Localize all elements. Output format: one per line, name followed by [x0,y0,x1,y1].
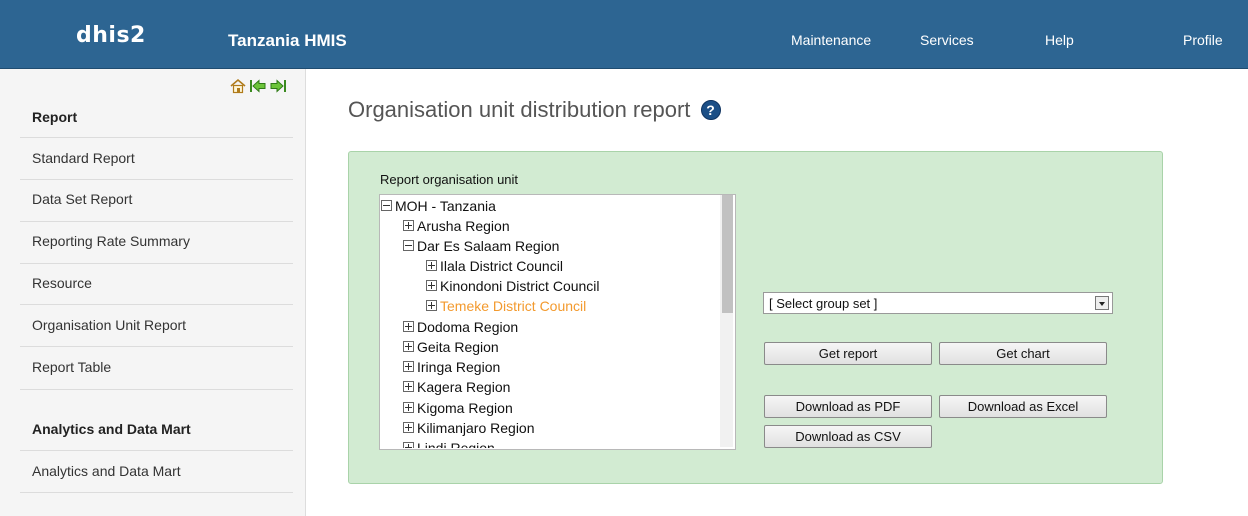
tree-node-label: Ilala District Council [440,258,563,274]
chevron-down-icon[interactable] [1095,296,1109,310]
tree-node-dodoma[interactable]: Dodoma Region [403,318,518,336]
divider [20,389,293,390]
expand-icon[interactable] [403,321,414,332]
page-title: Organisation unit distribution report ? [348,97,721,123]
divider [20,221,293,222]
expand-icon[interactable] [426,280,437,291]
divider [20,346,293,347]
sidebar-item-resource[interactable]: Resource [32,275,293,291]
menu-profile[interactable]: Profile [1183,32,1223,48]
divider [20,492,293,493]
expand-icon[interactable] [403,402,414,413]
tree-node-label: Kinondoni District Council [440,278,600,294]
tree-node-label: Geita Region [417,339,499,355]
sidebar-header-analytics: Analytics and Data Mart [32,421,191,437]
expand-icon[interactable] [403,220,414,231]
sidebar-item-organisation-unit-report[interactable]: Organisation Unit Report [32,317,293,333]
menu-maintenance[interactable]: Maintenance [791,32,871,48]
divider [20,450,293,451]
tree-node-label: Lindi Region [417,440,495,448]
divider [20,179,293,180]
tree-node-label: Kilimanjaro Region [417,420,535,436]
sidebar-item-data-set-report[interactable]: Data Set Report [32,191,293,207]
tree-node-temeke[interactable]: Temeke District Council [426,297,586,315]
expand-icon[interactable] [403,381,414,392]
tree-node-label: Dar Es Salaam Region [417,238,560,254]
expand-icon[interactable] [426,300,437,311]
arrow-right-icon[interactable] [269,78,287,94]
org-unit-label: Report organisation unit [380,172,519,187]
app-title[interactable]: Tanzania HMIS [228,31,347,51]
expand-icon[interactable] [403,341,414,352]
tree-node-dar-es-salaam[interactable]: Dar Es Salaam Region [403,237,559,255]
divider [20,304,293,305]
expand-icon[interactable] [426,260,437,271]
menu-help[interactable]: Help [1045,32,1074,48]
get-report-button[interactable]: Get report [764,342,932,365]
sidebar-header-report: Report [32,109,78,125]
tree-node-arusha[interactable]: Arusha Region [403,217,510,235]
get-chart-button[interactable]: Get chart [939,342,1107,365]
tree-node-lindi[interactable]: Lindi Region [403,439,495,448]
arrow-left-icon[interactable] [249,78,267,94]
tree-scroll-thumb[interactable] [722,195,733,313]
collapse-icon[interactable] [381,200,392,211]
tree-node-label: Kigoma Region [417,400,513,416]
divider [20,137,293,138]
sidebar-nav-icons [229,78,287,94]
group-set-select-value: [ Select group set ] [769,296,878,311]
expand-icon[interactable] [403,422,414,433]
tree-node-label: MOH - Tanzania [395,198,496,214]
sidebar-item-standard-report[interactable]: Standard Report [32,150,293,166]
tree-node-label: Dodoma Region [417,319,519,335]
tree-node-ilala[interactable]: Ilala District Council [426,257,563,275]
tree-node-label: Iringa Region [417,359,501,375]
download-csv-button[interactable]: Download as CSV [764,425,932,448]
expand-icon[interactable] [403,442,414,448]
tree-node-label: Kagera Region [417,379,511,395]
divider [20,263,293,264]
tree-node-moh-tanzania[interactable]: MOH - Tanzania [381,197,496,215]
tree-clip: Lindi Region [380,439,720,448]
tree-node-label: Arusha Region [417,218,510,234]
menu-services[interactable]: Services [920,32,974,48]
help-icon[interactable]: ? [700,100,721,120]
tree-node-iringa[interactable]: Iringa Region [403,358,500,376]
tree-node-kigoma[interactable]: Kigoma Region [403,399,513,417]
sidebar-item-reporting-rate-summary[interactable]: Reporting Rate Summary [32,233,293,249]
download-excel-button[interactable]: Download as Excel [939,395,1107,418]
top-bar: dhis2 Tanzania HMIS Maintenance Services… [0,0,1248,69]
download-pdf-button[interactable]: Download as PDF [764,395,932,418]
dhis2-logo[interactable]: dhis2 [76,23,146,48]
tree-node-geita[interactable]: Geita Region [403,338,499,356]
sidebar-item-analytics-data-mart[interactable]: Analytics and Data Mart [32,463,293,479]
collapse-icon[interactable] [403,240,414,251]
group-set-select[interactable]: [ Select group set ] [763,292,1113,314]
expand-icon[interactable] [403,361,414,372]
sidebar-item-report-table[interactable]: Report Table [32,359,293,375]
tree-node-kinondoni[interactable]: Kinondoni District Council [426,277,600,295]
tree-node-kagera[interactable]: Kagera Region [403,378,510,396]
page-title-text: Organisation unit distribution report [348,97,691,122]
home-icon[interactable] [229,78,247,94]
tree-node-label: Temeke District Council [440,298,587,314]
tree-node-kilimanjaro[interactable]: Kilimanjaro Region [403,419,535,437]
